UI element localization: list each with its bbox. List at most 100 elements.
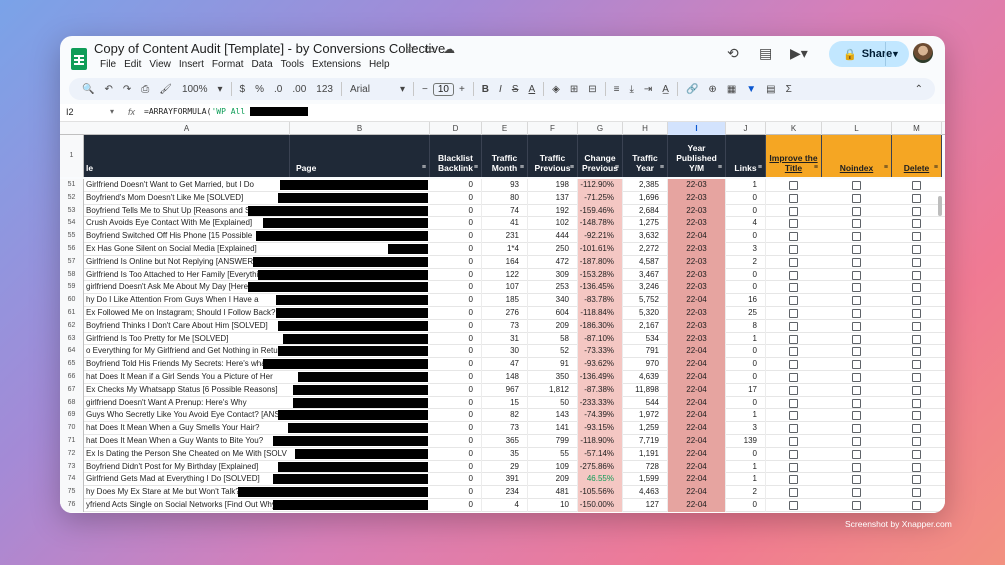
cell-e[interactable]: 74 bbox=[482, 204, 528, 218]
cell-f[interactable]: 198 bbox=[528, 179, 578, 192]
currency-button[interactable]: $ bbox=[235, 84, 251, 95]
row-number[interactable]: 64 bbox=[60, 345, 84, 359]
cell-f[interactable]: 52 bbox=[528, 345, 578, 359]
cell-h[interactable]: 1,972 bbox=[623, 409, 668, 423]
cell-i[interactable]: 22-04 bbox=[668, 473, 726, 487]
cell-f[interactable]: 209 bbox=[528, 473, 578, 487]
checkbox-l[interactable] bbox=[852, 462, 861, 472]
zoom-select[interactable]: 100% bbox=[177, 84, 213, 95]
cell-i[interactable]: 22-04 bbox=[668, 460, 726, 474]
cell-h[interactable]: 534 bbox=[623, 332, 668, 346]
vertical-scrollbar[interactable] bbox=[938, 196, 942, 216]
menu-data[interactable]: Data bbox=[248, 57, 277, 73]
cell-i[interactable]: 22-04 bbox=[668, 345, 726, 359]
cell-j[interactable]: 1 bbox=[726, 179, 766, 192]
row-number[interactable]: 61 bbox=[60, 307, 84, 320]
row-number[interactable]: 52 bbox=[60, 191, 84, 205]
cell-j[interactable]: 0 bbox=[726, 499, 766, 512]
cell-g[interactable]: -136.45% bbox=[578, 281, 623, 295]
cell-f[interactable]: 141 bbox=[528, 422, 578, 435]
filter-icon[interactable]: ≡ bbox=[884, 163, 888, 173]
increase-decimal-button[interactable]: .00 bbox=[287, 84, 311, 95]
cell-g[interactable]: -148.78% bbox=[578, 217, 623, 231]
row-number[interactable]: 65 bbox=[60, 358, 84, 371]
cell-f[interactable]: 192 bbox=[528, 204, 578, 218]
cell-h[interactable]: 2,167 bbox=[623, 319, 668, 333]
cell-j[interactable]: 0 bbox=[726, 396, 766, 410]
cell-d[interactable]: 0 bbox=[430, 422, 482, 435]
cell-f[interactable]: 309 bbox=[528, 268, 578, 282]
menu-extensions[interactable]: Extensions bbox=[308, 57, 365, 73]
cell-h[interactable]: 544 bbox=[623, 396, 668, 410]
cell-h[interactable]: 3,467 bbox=[623, 268, 668, 282]
cell-h[interactable]: 1,599 bbox=[623, 473, 668, 487]
cell-d[interactable]: 0 bbox=[430, 191, 482, 205]
checkbox-l[interactable] bbox=[852, 283, 861, 293]
cell-d[interactable]: 0 bbox=[430, 307, 482, 320]
percent-button[interactable]: % bbox=[250, 84, 269, 95]
checkbox-l[interactable] bbox=[852, 347, 861, 357]
row-number[interactable]: 72 bbox=[60, 447, 84, 461]
cell-e[interactable]: 234 bbox=[482, 486, 528, 499]
cell-g[interactable]: -233.33% bbox=[578, 396, 623, 410]
menu-view[interactable]: View bbox=[145, 57, 175, 73]
cell-f[interactable]: 209 bbox=[528, 319, 578, 333]
cell-d[interactable]: 0 bbox=[430, 396, 482, 410]
cell-d[interactable]: 0 bbox=[430, 319, 482, 333]
checkbox-m[interactable] bbox=[912, 206, 921, 216]
row-number[interactable]: 75 bbox=[60, 486, 84, 499]
table-row[interactable]: 65 Boyfriend Told His Friends My Secrets:… bbox=[60, 358, 945, 371]
cell-h[interactable]: 4,639 bbox=[623, 371, 668, 384]
table-row[interactable]: 64 o Everything for My Girlfriend and Get… bbox=[60, 345, 945, 359]
column-header-e[interactable]: E bbox=[482, 122, 528, 135]
cell-f[interactable]: 481 bbox=[528, 486, 578, 499]
checkbox-k[interactable] bbox=[789, 488, 798, 498]
fill-color-icon[interactable]: ◈ bbox=[547, 84, 565, 95]
row-number[interactable]: 62 bbox=[60, 319, 84, 333]
table-row[interactable]: 70 hat Does It Mean When a Guy Smells You… bbox=[60, 422, 945, 435]
cell-i[interactable]: 22-04 bbox=[668, 358, 726, 371]
filter-icon[interactable]: ≡ bbox=[718, 163, 722, 173]
number-format-button[interactable]: 123 bbox=[311, 84, 338, 95]
search-menus-icon[interactable]: 🔍 bbox=[77, 84, 99, 95]
italic-button[interactable]: I bbox=[494, 84, 507, 95]
row-number[interactable]: 54 bbox=[60, 217, 84, 231]
checkbox-k[interactable] bbox=[789, 257, 798, 267]
checkbox-m[interactable] bbox=[912, 360, 921, 370]
table-row[interactable]: 53 Boyfriend Tells Me to Shut Up [Reasons… bbox=[60, 204, 945, 218]
checkbox-m[interactable] bbox=[912, 488, 921, 498]
table-row[interactable]: 67 Ex Checks My Whatsapp Status [6 Possib… bbox=[60, 383, 945, 397]
move-folder-icon[interactable]: ▭ bbox=[424, 42, 435, 56]
table-row[interactable]: 66 hat Does It Mean if a Girl Sends You a… bbox=[60, 371, 945, 384]
checkbox-l[interactable] bbox=[852, 398, 861, 408]
cell-h[interactable]: 5,752 bbox=[623, 294, 668, 307]
table-row[interactable]: 75 hy Does My Ex Stare at Me but Won't Ta… bbox=[60, 486, 945, 499]
checkbox-l[interactable] bbox=[852, 424, 861, 434]
cell-e[interactable]: 185 bbox=[482, 294, 528, 307]
cell-d[interactable]: 0 bbox=[430, 383, 482, 397]
checkbox-l[interactable] bbox=[852, 193, 861, 203]
column-header-d[interactable]: D bbox=[430, 122, 482, 135]
cell-d[interactable]: 0 bbox=[430, 499, 482, 512]
borders-icon[interactable]: ⊞ bbox=[565, 84, 583, 95]
column-header-m[interactable]: M bbox=[892, 122, 942, 135]
checkbox-k[interactable] bbox=[789, 232, 798, 242]
checkbox-k[interactable] bbox=[789, 181, 798, 190]
checkbox-l[interactable] bbox=[852, 411, 861, 421]
cell-g[interactable]: -74.39% bbox=[578, 409, 623, 423]
table-row[interactable]: 69 Guys Who Secretly Like You Avoid Eye C… bbox=[60, 409, 945, 423]
font-size-input[interactable]: 10 bbox=[432, 82, 454, 96]
font-size-decrease-icon[interactable]: − bbox=[417, 84, 433, 95]
checkbox-k[interactable] bbox=[789, 334, 798, 344]
cell-j[interactable]: 0 bbox=[726, 371, 766, 384]
checkbox-k[interactable] bbox=[789, 270, 798, 280]
checkbox-l[interactable] bbox=[852, 373, 861, 382]
cell-e[interactable]: 93 bbox=[482, 179, 528, 192]
row-number[interactable]: 71 bbox=[60, 435, 84, 448]
cell-f[interactable]: 253 bbox=[528, 281, 578, 295]
table-row[interactable]: 62 Boyfriend Thinks I Don't Care About Hi… bbox=[60, 319, 945, 333]
cell-j[interactable]: 17 bbox=[726, 383, 766, 397]
column-header-b[interactable]: B bbox=[290, 122, 430, 135]
cell-e[interactable]: 231 bbox=[482, 230, 528, 243]
checkbox-l[interactable] bbox=[852, 232, 861, 242]
